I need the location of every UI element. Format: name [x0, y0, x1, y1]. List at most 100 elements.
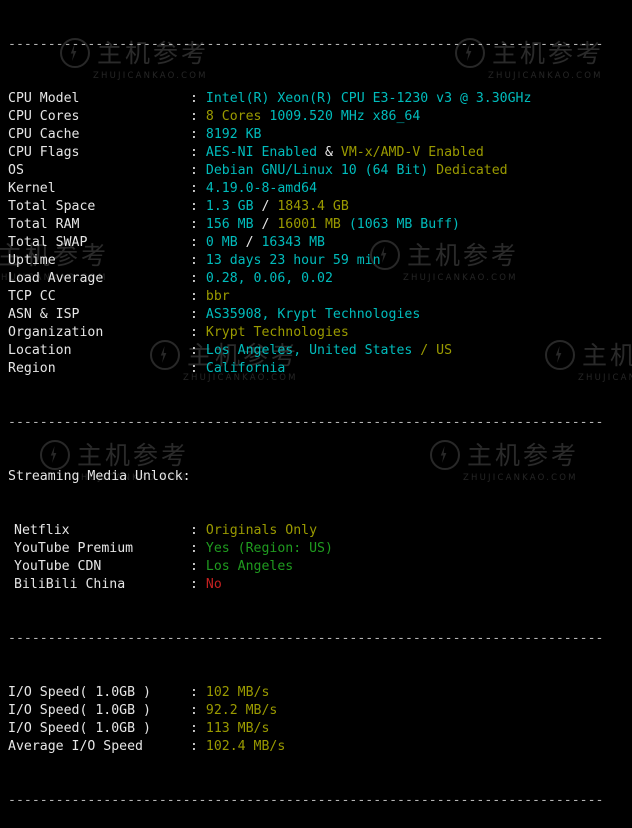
info-row-colon: : [190, 721, 206, 736]
info-row-value: & [317, 145, 341, 160]
system-info-block: CPU Model: Intel(R) Xeon(R) CPU E3-1230 … [0, 90, 632, 378]
info-row: Total SWAP: 0 MB / 16343 MB [0, 234, 632, 252]
info-row-value: AS35908, Krypt Technologies [205, 307, 421, 322]
info-row-colon: : [190, 289, 206, 304]
info-row: OS: Debian GNU/Linux 10 (64 Bit) Dedicat… [0, 162, 632, 180]
info-row-colon: : [190, 217, 206, 232]
info-row-value: VM-x/AMD-V Enabled [340, 145, 484, 160]
info-row: I/O Speed( 1.0GB ): 113 MB/s [0, 720, 632, 738]
separator-top: ----------------------------------------… [8, 37, 604, 52]
io-speed-block: I/O Speed( 1.0GB ): 102 MB/s I/O Speed( 1… [0, 684, 632, 756]
info-row: Uptime: 13 days 23 hour 59 min [0, 252, 632, 270]
info-row-colon: : [190, 127, 206, 142]
info-row-label: Organization [8, 325, 104, 340]
info-row-label: Total SWAP [8, 235, 88, 250]
info-row-colon: : [190, 109, 206, 124]
info-row-label: I/O Speed( 1.0GB ) [8, 685, 151, 700]
info-row: YouTube Premium: Yes (Region: US) [0, 540, 632, 558]
info-row: Total RAM: 156 MB / 16001 MB (1063 MB Bu… [0, 216, 632, 234]
info-row-value: Dedicated [436, 163, 508, 178]
info-row-value: Debian GNU/Linux 10 (64 Bit) [205, 163, 429, 178]
info-row-label: Netflix [14, 523, 70, 538]
info-row-value: California [205, 361, 286, 376]
separator-mid-1: ----------------------------------------… [8, 415, 604, 430]
streaming-info-block: Netflix: Originals Only YouTube Premium: … [0, 522, 632, 594]
info-row: CPU Cache: 8192 KB [0, 126, 632, 144]
info-row-value: / [237, 235, 262, 250]
info-row-colon: : [190, 199, 206, 214]
info-row-colon: : [190, 577, 206, 592]
info-row-value [341, 217, 349, 232]
info-row: Average I/O Speed: 102.4 MB/s [0, 738, 632, 756]
info-row-value: 8 Cores [205, 109, 262, 124]
info-row-colon: : [190, 685, 206, 700]
info-row-label: Average I/O Speed [8, 739, 143, 754]
info-row: Location: Los Angeles, United States / U… [0, 342, 632, 360]
info-row-value: 16343 MB [261, 235, 326, 250]
info-row-value: Originals Only [205, 523, 318, 538]
info-row-value [428, 163, 436, 178]
info-row-label: YouTube Premium [14, 541, 134, 556]
info-row-label: YouTube CDN [14, 559, 102, 574]
info-row-value: AES-NI Enabled [205, 145, 318, 160]
info-row-value: No [205, 577, 222, 592]
info-row: Load Average: 0.28, 0.06, 0.02 [0, 270, 632, 288]
info-row: I/O Speed( 1.0GB ): 92.2 MB/s [0, 702, 632, 720]
streaming-heading: Streaming Media Unlock: [8, 469, 191, 484]
info-row-value: 1843.4 GB [277, 199, 349, 214]
info-row-label: CPU Cache [8, 127, 80, 142]
info-row-value: / [253, 199, 278, 214]
info-row-label: CPU Model [8, 91, 80, 106]
info-row: Organization: Krypt Technologies [0, 324, 632, 342]
info-row-colon: : [190, 145, 206, 160]
info-row-label: OS [8, 163, 24, 178]
info-row: Total Space: 1.3 GB / 1843.4 GB [0, 198, 632, 216]
info-row: YouTube CDN: Los Angeles [0, 558, 632, 576]
info-row-colon: : [190, 307, 206, 322]
info-row-colon: : [190, 271, 206, 286]
info-row-value: 13 days 23 hour 59 min [205, 253, 381, 268]
info-row-label: CPU Cores [8, 109, 80, 124]
info-row-value: 0.28, 0.06, 0.02 [205, 271, 333, 286]
info-row-value: 156 MB [205, 217, 254, 232]
info-row-colon: : [190, 361, 206, 376]
info-row-value: 92.2 MB/s [205, 703, 278, 718]
info-row-colon: : [190, 235, 206, 250]
info-row-value: / [253, 217, 278, 232]
info-row-colon: : [190, 91, 206, 106]
info-row-label: Region [8, 361, 56, 376]
info-row-label: TCP CC [8, 289, 56, 304]
info-row-colon: : [190, 163, 206, 178]
info-row: Kernel: 4.19.0-8-amd64 [0, 180, 632, 198]
info-row: CPU Model: Intel(R) Xeon(R) CPU E3-1230 … [0, 90, 632, 108]
info-row-value: Los Angeles [205, 559, 294, 574]
info-row-colon: : [190, 703, 206, 718]
info-row: CPU Cores: 8 Cores 1009.520 MHz x86_64 [0, 108, 632, 126]
info-row-value: 0 MB [205, 235, 238, 250]
separator-mid-2: ----------------------------------------… [8, 631, 604, 646]
info-row: CPU Flags: AES-NI Enabled & VM-x/AMD-V E… [0, 144, 632, 162]
info-row: BiliBili China: No [0, 576, 632, 594]
info-row-value: 4.19.0-8-amd64 [205, 181, 318, 196]
separator-bottom: ----------------------------------------… [8, 793, 604, 808]
terminal-output: ----------------------------------------… [0, 0, 632, 808]
info-row-colon: : [190, 325, 206, 340]
info-row-value: Intel(R) Xeon(R) CPU E3-1230 v3 @ 3.30GH… [205, 91, 532, 106]
info-row-value: Yes (Region: US) [205, 541, 333, 556]
info-row-value: / US [420, 343, 453, 358]
info-row-label: Total RAM [8, 217, 80, 232]
info-row-value: 1009.520 MHz x86_64 [269, 109, 421, 124]
info-row-colon: : [190, 559, 206, 574]
info-row-label: I/O Speed( 1.0GB ) [8, 721, 151, 736]
info-row-colon: : [190, 181, 206, 196]
info-row-value: (1063 MB Buff) [348, 217, 460, 232]
info-row-label: Location [8, 343, 72, 358]
info-row-label: CPU Flags [8, 145, 80, 160]
info-row-label: Total Space [8, 199, 96, 214]
info-row: Netflix: Originals Only [0, 522, 632, 540]
info-row-value: 1.3 GB [205, 199, 254, 214]
info-row-value: 102.4 MB/s [205, 739, 286, 754]
info-row-colon: : [190, 541, 206, 556]
info-row-label: ASN & ISP [8, 307, 80, 322]
info-row-label: Load Average [8, 271, 104, 286]
